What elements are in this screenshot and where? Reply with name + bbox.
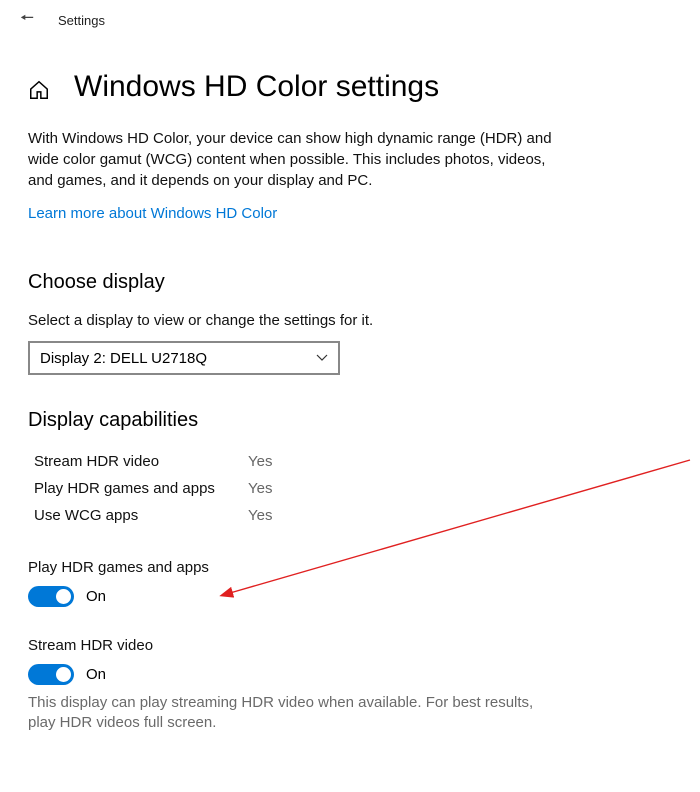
topbar-title: Settings	[58, 13, 105, 28]
play-hdr-toggle-row: On	[28, 586, 672, 607]
capabilities-heading: Display capabilities	[28, 409, 672, 432]
stream-hdr-toggle-row: On	[28, 664, 672, 685]
stream-hdr-note: This display can play streaming HDR vide…	[28, 693, 548, 734]
capability-label: Play HDR games and apps	[34, 475, 248, 502]
stream-hdr-label: Stream HDR video	[28, 637, 672, 654]
choose-display-heading: Choose display	[28, 271, 672, 294]
play-hdr-state: On	[86, 588, 106, 605]
capability-value: Yes	[248, 502, 272, 529]
display-dropdown[interactable]: Display 2: DELL U2718Q	[28, 341, 340, 375]
back-arrow-icon[interactable]: 🠔	[20, 7, 34, 34]
capability-row: Stream HDR video Yes	[34, 448, 672, 475]
toggle-knob	[56, 667, 71, 682]
display-dropdown-value: Display 2: DELL U2718Q	[40, 350, 207, 367]
topbar: 🠔 Settings	[0, 0, 700, 40]
capability-value: Yes	[248, 475, 272, 502]
chevron-down-icon	[316, 351, 328, 365]
content: Windows HD Color settings With Windows H…	[0, 40, 700, 734]
capabilities-table: Stream HDR video Yes Play HDR games and …	[34, 448, 672, 529]
play-hdr-label: Play HDR games and apps	[28, 559, 672, 576]
learn-more-link[interactable]: Learn more about Windows HD Color	[28, 205, 277, 222]
capability-row: Play HDR games and apps Yes	[34, 475, 672, 502]
capability-value: Yes	[248, 448, 272, 475]
capability-row: Use WCG apps Yes	[34, 502, 672, 529]
home-icon[interactable]	[28, 79, 50, 101]
stream-hdr-toggle[interactable]	[28, 664, 74, 685]
capability-label: Stream HDR video	[34, 448, 248, 475]
intro-text: With Windows HD Color, your device can s…	[28, 128, 568, 191]
title-row: Windows HD Color settings	[28, 70, 672, 104]
page-title: Windows HD Color settings	[74, 70, 439, 104]
capability-label: Use WCG apps	[34, 502, 248, 529]
choose-display-instruction: Select a display to view or change the s…	[28, 312, 672, 329]
stream-hdr-state: On	[86, 666, 106, 683]
play-hdr-toggle[interactable]	[28, 586, 74, 607]
toggle-knob	[56, 589, 71, 604]
